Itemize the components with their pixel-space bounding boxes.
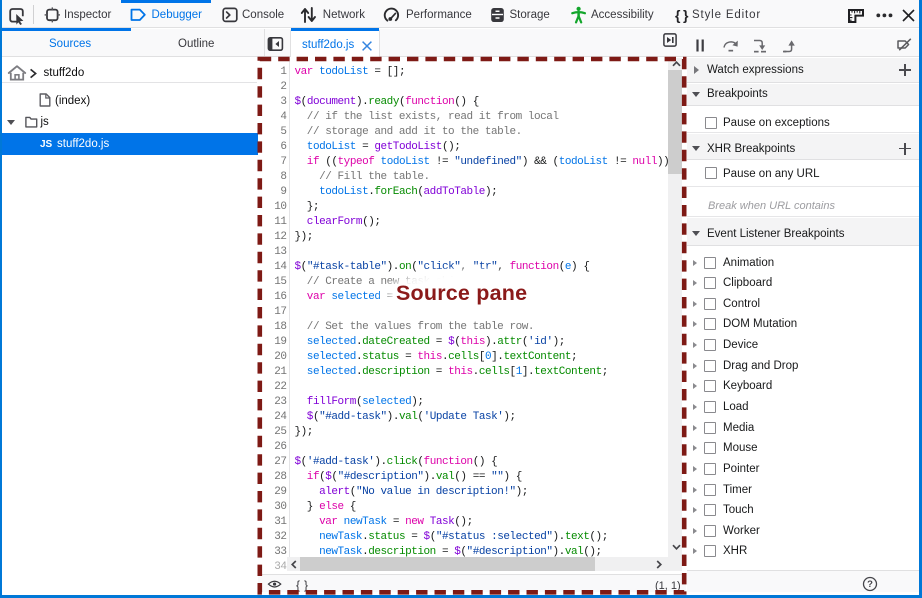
svg-text:?: ? xyxy=(867,579,873,590)
